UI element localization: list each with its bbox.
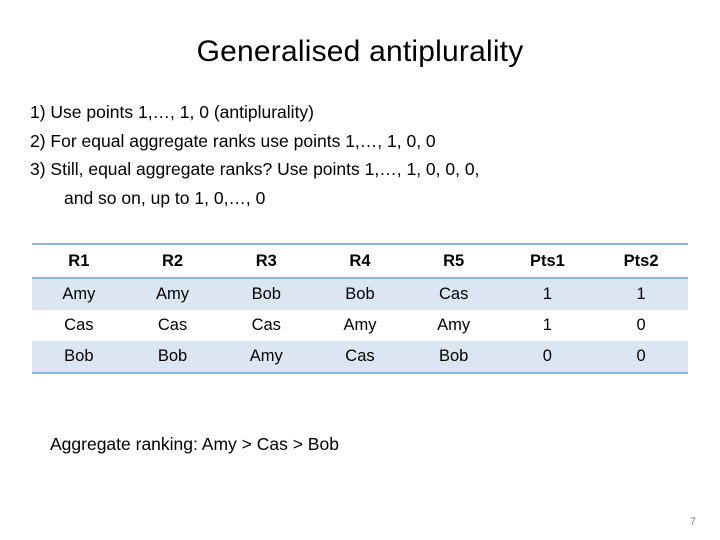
column-header-r5: R5: [406, 243, 501, 279]
bullet-line-4: and so on, up to 1, 0,…, 0: [64, 187, 266, 208]
slide: Generalised antiplurality 1) Use points …: [0, 0, 720, 540]
table-cell: Bob: [32, 341, 126, 374]
column-header-r4: R4: [313, 243, 407, 279]
ranking-table-container: R1 R2 R3 R4 R5 Pts1 Pts2 Amy Amy Bob Bob…: [32, 243, 688, 374]
table-row: Cas Cas Cas Amy Amy 1 0: [32, 310, 688, 341]
page-title: Generalised antiplurality: [196, 35, 524, 68]
table-cell: Cas: [406, 278, 501, 310]
column-header-r2: R2: [125, 243, 220, 279]
table-cell: 1: [594, 278, 688, 310]
column-header-pts1: Pts1: [500, 243, 595, 279]
ranking-table: R1 R2 R3 R4 R5 Pts1 Pts2 Amy Amy Bob Bob…: [32, 243, 688, 374]
table-cell: Bob: [125, 341, 220, 374]
table-cell: Amy: [125, 278, 220, 310]
table-cell: 1: [500, 278, 595, 310]
table-cell: Amy: [219, 341, 314, 374]
table-cell: Bob: [406, 341, 501, 374]
table-cell: Cas: [219, 310, 314, 341]
page-number: 7: [689, 516, 696, 528]
table-cell: 0: [594, 310, 688, 341]
table-cell: Amy: [313, 310, 407, 341]
bullet-line-1: 1) Use points 1,…, 1, 0 (antiplurality): [30, 102, 315, 122]
table-cell: Cas: [313, 341, 407, 374]
table-cell: Amy: [406, 310, 501, 341]
table-row: Bob Bob Amy Cas Bob 0 0: [32, 341, 688, 374]
aggregate-ranking-text: Aggregate ranking: Amy > Cas > Bob: [50, 434, 339, 454]
table-cell: 0: [500, 341, 595, 374]
table-cell: Bob: [219, 278, 314, 310]
table-cell: Cas: [125, 310, 220, 341]
table-row: Amy Amy Bob Bob Cas 1 1: [32, 278, 688, 310]
table-header: R1 R2 R3 R4 R5 Pts1 Pts2: [32, 243, 688, 279]
table-body: Amy Amy Bob Bob Cas 1 1 Cas Cas Cas Amy …: [32, 278, 688, 374]
bullet-line-3: 3) Still, equal aggregate ranks? Use poi…: [30, 159, 480, 179]
table-header-row: R1 R2 R3 R4 R5 Pts1 Pts2: [32, 243, 688, 279]
table-cell: 0: [594, 341, 688, 374]
column-header-r1: R1: [32, 243, 126, 279]
table-cell: Bob: [313, 278, 407, 310]
bullet-list: 1) Use points 1,…, 1, 0 (antiplurality) …: [30, 98, 700, 212]
column-header-r3: R3: [219, 243, 314, 279]
bullet-line-2: 2) For equal aggregate ranks use points …: [30, 130, 436, 151]
table-cell: Amy: [32, 278, 126, 310]
table-cell: Cas: [32, 310, 126, 341]
table-cell: 1: [500, 310, 595, 341]
column-header-pts2: Pts2: [594, 243, 688, 279]
